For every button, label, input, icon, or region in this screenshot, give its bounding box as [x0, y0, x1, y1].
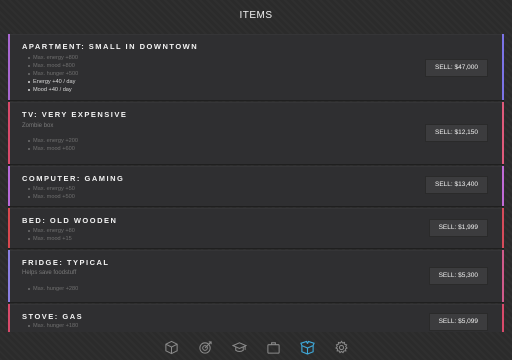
target-icon — [198, 340, 212, 354]
sell-button[interactable]: SELL: $1,999 — [428, 219, 488, 237]
stat-line: Max. hunger +180 — [28, 322, 78, 330]
bottom-nav — [0, 334, 512, 360]
sell-button[interactable]: SELL: $47,000 — [424, 59, 488, 77]
stat-line: Mood +40 / day — [28, 86, 78, 94]
bullet-icon — [28, 80, 30, 83]
bullet-icon — [28, 324, 30, 327]
item-card-fridge: FRIDGE: TYPICAL Helps save foodstuff Max… — [8, 250, 504, 303]
items-list[interactable]: APARTMENT: SMALL IN DOWNTOWN Max. energy… — [0, 34, 512, 332]
stat-line: Max. mood +15 — [28, 235, 75, 243]
stat-line: Max. mood +500 — [28, 193, 75, 201]
bullet-icon — [28, 237, 30, 240]
nav-cube-button[interactable] — [159, 336, 183, 358]
stat-line: Max. energy +80 — [28, 227, 75, 235]
bullet-icon — [28, 88, 30, 91]
item-description: Helps save foodstuff — [22, 270, 77, 276]
graduation-cap-icon — [231, 341, 247, 352]
item-card-bed: BED: OLD WOODEN Max. energy +80 Max. moo… — [8, 208, 504, 249]
item-stats: Max. energy +800 Max. mood +800 Max. hun… — [28, 54, 78, 94]
bullet-icon — [28, 187, 30, 190]
briefcase-icon — [266, 341, 280, 354]
item-title: TV: VERY EXPENSIVE — [22, 110, 128, 119]
nav-items-button[interactable] — [295, 336, 319, 358]
sell-button[interactable]: SELL: $12,150 — [424, 124, 488, 142]
item-card-tv: TV: VERY EXPENSIVE Zombie box Max. energ… — [8, 102, 504, 165]
item-stats: Max. hunger +180 — [28, 322, 78, 330]
item-title: STOVE: GAS — [22, 312, 84, 321]
box-open-icon — [299, 340, 315, 355]
bullet-icon — [28, 139, 30, 142]
bullet-icon — [28, 229, 30, 232]
item-stats: Max. energy +50 Max. mood +500 — [28, 185, 75, 201]
gear-icon — [334, 340, 348, 353]
nav-settings-button[interactable] — [329, 336, 353, 358]
bullet-icon — [28, 287, 30, 290]
bullet-icon — [28, 147, 30, 150]
stat-line: Max. hunger +280 — [28, 285, 78, 293]
cube-icon — [164, 340, 178, 354]
item-card-stove: STOVE: GAS Max. hunger +180 SELL: $5,099 — [8, 304, 504, 332]
nav-target-button[interactable] — [193, 336, 217, 358]
nav-work-button[interactable] — [261, 336, 285, 358]
stat-line: Max. energy +800 — [28, 54, 78, 62]
item-description: Zombie box — [22, 123, 54, 129]
stat-line: Max. mood +600 — [28, 145, 78, 153]
item-title: BED: OLD WOODEN — [22, 216, 118, 225]
stat-line: Energy +40 / day — [28, 78, 78, 86]
item-stats: Max. energy +80 Max. mood +15 — [28, 227, 75, 243]
sell-button[interactable]: SELL: $5,300 — [428, 267, 488, 285]
page-title: ITEMS — [239, 10, 273, 21]
sell-button[interactable]: SELL: $5,099 — [428, 313, 488, 331]
bullet-icon — [28, 64, 30, 67]
item-card-computer: COMPUTER: GAMING Max. energy +50 Max. mo… — [8, 166, 504, 207]
bullet-icon — [28, 56, 30, 59]
item-title: FRIDGE: TYPICAL — [22, 258, 110, 267]
stat-line: Max. energy +200 — [28, 137, 78, 145]
nav-education-button[interactable] — [227, 336, 251, 358]
stat-line: Max. hunger +500 — [28, 70, 78, 78]
item-title: APARTMENT: SMALL IN DOWNTOWN — [22, 42, 199, 51]
sell-button[interactable]: SELL: $13,400 — [424, 176, 488, 194]
item-stats: Max. energy +200 Max. mood +600 — [28, 137, 78, 153]
stat-line: Max. mood +800 — [28, 62, 78, 70]
bullet-icon — [28, 72, 30, 75]
bullet-icon — [28, 195, 30, 198]
item-card-apartment: APARTMENT: SMALL IN DOWNTOWN Max. energy… — [8, 34, 504, 101]
item-title: COMPUTER: GAMING — [22, 174, 125, 183]
item-stats: Max. hunger +280 — [28, 285, 78, 293]
stat-line: Max. energy +50 — [28, 185, 75, 193]
